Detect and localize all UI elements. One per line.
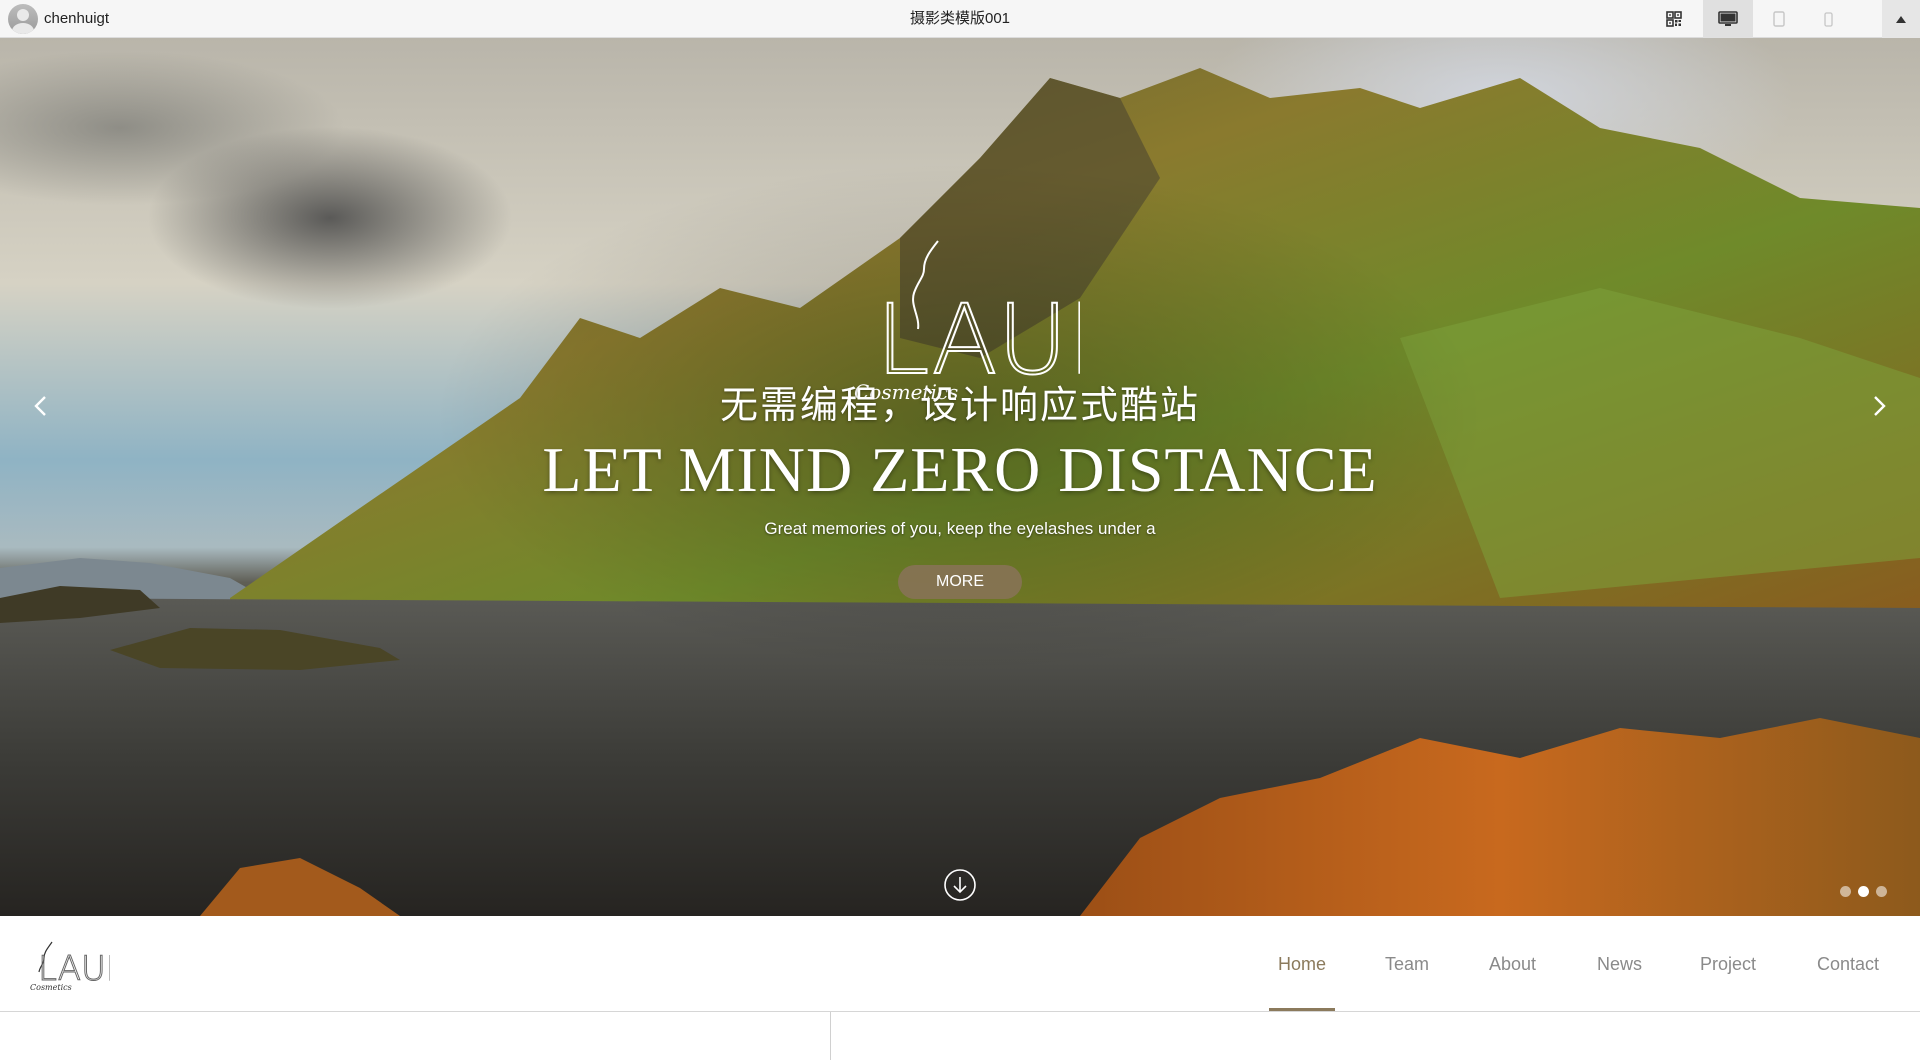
scroll-down-icon[interactable] <box>943 868 977 902</box>
nav-item-team[interactable]: Team <box>1385 916 1429 1011</box>
slide-dot-1[interactable] <box>1840 886 1851 897</box>
desktop-icon <box>1718 11 1738 26</box>
nav-item-contact[interactable]: Contact <box>1817 916 1879 1011</box>
tablet-view-button[interactable] <box>1757 0 1801 38</box>
headline-english: LET MIND ZERO DISTANCE <box>542 434 1378 505</box>
headline-chinese: 无需编程，设计响应式酷站 <box>719 385 1200 427</box>
mobile-icon <box>1823 11 1833 27</box>
desktop-view-button[interactable] <box>1703 0 1753 38</box>
mobile-view-button[interactable] <box>1808 0 1848 38</box>
scroll-top-icon <box>1896 15 1906 23</box>
qr-code-icon <box>1666 11 1682 27</box>
slide-dot-3[interactable] <box>1876 886 1887 897</box>
section-divider <box>830 1012 831 1060</box>
nav-logo-subtext: Cosmetics <box>30 983 72 992</box>
nav-item-about[interactable]: About <box>1489 916 1536 1011</box>
tablet-icon <box>1773 11 1785 27</box>
page-title: 摄影类模版001 <box>909 10 1011 27</box>
scroll-top-button[interactable] <box>1882 0 1920 38</box>
next-slide-button[interactable] <box>1860 386 1900 426</box>
more-button[interactable]: MORE <box>898 565 1022 599</box>
qr-code-button[interactable] <box>1654 0 1694 38</box>
user-avatar[interactable] <box>8 4 38 34</box>
nav-item-home[interactable]: Home <box>1278 916 1326 1011</box>
username[interactable]: chenhuigt <box>44 0 109 38</box>
preview-toolbar: chenhuigt 摄影类模版001 <box>0 0 1920 38</box>
nav-logo[interactable]: LAURA Cosmetics <box>30 940 110 992</box>
chevron-left-icon <box>34 396 46 416</box>
prev-slide-button[interactable] <box>20 386 60 426</box>
nav-item-news[interactable]: News <box>1597 916 1642 1011</box>
hero-banner: LAURA Cosmetics 无需编程，设计响应式酷站 LET MIND ZE… <box>0 38 1920 916</box>
nav-active-underline <box>1269 1008 1335 1011</box>
chevron-right-icon <box>1874 396 1886 416</box>
nav-item-project[interactable]: Project <box>1700 916 1756 1011</box>
slide-dot-2[interactable] <box>1858 886 1869 897</box>
hero-subtitle: Great memories of you, keep the eyelashe… <box>764 519 1156 538</box>
slide-indicators <box>1840 886 1887 897</box>
